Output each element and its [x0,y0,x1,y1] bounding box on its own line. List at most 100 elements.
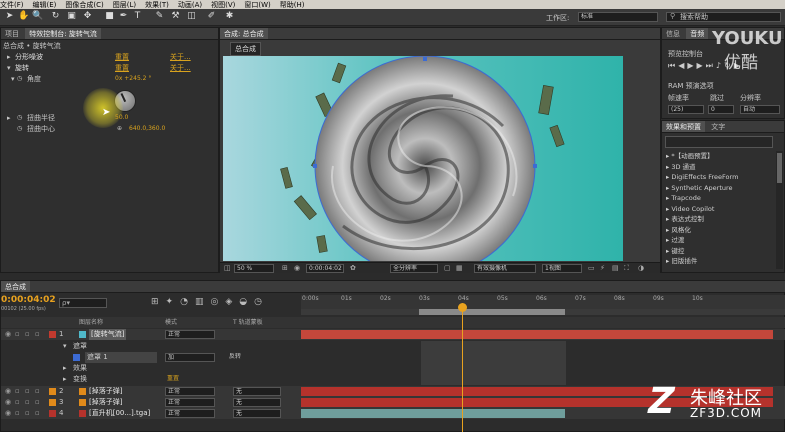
angle-value[interactable]: 0x +245.2 ° [115,74,151,84]
camera-tool-icon[interactable]: ▣ [66,11,77,22]
tab-info[interactable]: 信息 [662,28,684,39]
effect-row-twirl[interactable]: ▾ 旋转 重置 关于... [7,63,217,73]
expand-arrow-icon[interactable]: ▸ [63,363,67,374]
property-row-twirl-center[interactable]: ◷ 扭曲中心 ⊕ 640.0,360.0 [7,124,217,134]
menu-item[interactable]: 帮助(H) [280,0,305,9]
shy-icon[interactable]: ◔ [180,297,195,307]
first-frame-icon[interactable]: ⏮ [668,61,678,70]
zoom-dropdown[interactable]: 50 % [234,264,274,273]
roto-brush-tool-icon[interactable]: ✐ [206,11,217,22]
eraser-tool-icon[interactable]: ◫ [186,11,197,22]
mode-dropdown[interactable]: 正常 [165,409,215,418]
effects-list-item[interactable]: ▸ 过渡 [662,235,774,246]
lock-icon[interactable]: ▫ [35,386,40,397]
solo-icon[interactable]: ▫ [25,386,30,397]
mode-dropdown[interactable]: 正常 [165,330,215,339]
time-ruler[interactable]: 0:00s 01s 02s 03s 04s 05s 06s 07s 08s 09s 10s [301,295,785,309]
layer-name[interactable]: [旋转气流] [89,329,127,340]
tab-text[interactable]: 文字 [707,121,729,132]
prev-frame-icon[interactable]: ◀ [678,61,687,70]
layer-name[interactable]: [掉落子弹] [89,386,122,397]
hand-tool-icon[interactable]: ✋ [18,11,29,22]
layer-name[interactable]: 遮罩 [73,341,87,352]
layer-name[interactable]: 变换 [73,374,87,385]
graph-editor-icon[interactable]: ◒ [239,297,254,307]
effects-list-item[interactable]: ▸ 风格化 [662,225,774,236]
pan-behind-tool-icon[interactable]: ✥ [82,11,93,22]
stopwatch-icon[interactable]: ◷ [17,113,22,123]
layer-row[interactable]: 遮罩 1 加 反转 [1,352,785,363]
expand-arrow-icon[interactable]: ▸ [63,374,67,385]
clone-stamp-tool-icon[interactable]: ⚒ [170,11,181,22]
tab-audio[interactable]: 音频 [686,28,709,39]
playhead-handle[interactable] [458,303,467,312]
eye-icon[interactable]: ◉ [5,386,11,397]
layer-row[interactable]: ▸ 效果 [1,363,785,374]
view-layout-dropdown[interactable]: 1视图 [542,264,582,273]
effects-list-item[interactable]: ▸ 3D 通道 [662,162,774,173]
work-area-bar[interactable] [301,309,785,315]
exposure-icon[interactable]: ◑ [638,264,644,272]
effects-list-item[interactable]: ▸ 旧版插件 [662,256,774,267]
effects-list-item[interactable]: ▸ 表达式控制 [662,214,774,225]
about-link[interactable]: 关于... [170,63,191,73]
toggle-pixel-aspect-icon[interactable]: ▭ [588,264,595,272]
draft-3d-icon[interactable]: ✦ [166,297,181,307]
tab-project[interactable]: 项目 [1,28,23,39]
composition-subtab[interactable]: 总合成 [230,42,261,56]
effects-list-item[interactable]: ▸ 键控 [662,246,774,257]
layer-label-color[interactable] [49,399,56,406]
transparency-grid-icon[interactable]: ▦ [456,264,463,272]
mode-dropdown[interactable]: 正常 [165,387,215,396]
menu-item[interactable]: 图像合成(C) [65,0,103,9]
rgb-channel-icon[interactable]: ✿ [350,264,356,272]
audio-icon[interactable]: ▫ [15,408,20,419]
effects-search-input[interactable] [665,136,773,148]
motion-blur-icon[interactable]: ◎ [210,297,225,307]
eye-icon[interactable]: ◉ [5,397,11,408]
always-preview-icon[interactable]: ◫ [224,264,231,272]
layer-duration-bar[interactable] [301,330,773,339]
safe-zones-icon[interactable]: ⊞ [282,264,288,272]
collapse-arrow-icon[interactable]: ▾ [7,63,11,73]
camera-dropdown[interactable]: 有效摄像机 [474,264,536,273]
tab-effect-controls[interactable]: 特效控制台: 旋转气流 [25,28,101,39]
frame-blending-icon[interactable]: ▥ [195,297,211,307]
collapse-arrow-icon[interactable]: ▾ [63,341,67,352]
invert-checkbox-label[interactable]: 反转 [227,353,275,362]
composition-viewer[interactable] [223,56,623,261]
effects-list-item[interactable]: ▸ Video Copilot [662,204,774,215]
text-tool-icon[interactable]: T [132,11,143,22]
last-frame-icon[interactable]: ⏭ [706,61,716,70]
audio-icon[interactable]: ▫ [15,329,20,340]
about-link[interactable]: 关于... [170,52,191,62]
menu-item[interactable]: 编辑(E) [33,0,57,9]
reset-link[interactable]: 重置 [115,52,129,62]
crosshair-icon[interactable]: ⊕ [117,124,122,134]
layer-row[interactable]: 1 ◉ ▫ ▫ ▫ [旋转气流] 正常 [1,329,785,340]
property-row-angle[interactable]: ▾ ◷ 角度 0x +245.2 ° [7,74,217,84]
lock-icon[interactable]: ▫ [35,329,40,340]
lock-icon[interactable]: ▫ [35,397,40,408]
menu-item[interactable]: 窗口(W) [244,0,270,9]
twirl-center-value[interactable]: 640.0,360.0 [129,124,165,134]
trkmat-dropdown[interactable]: 无 [233,398,281,407]
layer-row[interactable]: ▾ 遮罩 [1,341,785,352]
effects-list-item[interactable]: ▸ Trapcode [662,193,774,204]
mode-dropdown[interactable]: 正常 [165,398,215,407]
twirl-radius-value[interactable]: 50.0 [115,113,128,123]
layer-name[interactable]: 效果 [73,363,87,374]
pen-tool-icon[interactable]: ✒ [118,11,129,22]
audio-icon[interactable]: ♪ [716,61,724,70]
playhead[interactable] [462,303,463,432]
play-icon[interactable]: ▶ [687,61,696,70]
expand-arrow-icon[interactable]: ▸ [7,52,11,62]
frame-rate-dropdown[interactable]: (25) [668,105,704,114]
brush-tool-icon[interactable]: ✎ [154,11,165,22]
solo-icon[interactable]: ▫ [25,408,30,419]
timeline-timecode[interactable]: 0:00:04:02 [1,295,56,305]
fast-preview-icon[interactable]: ⚡ [600,264,605,272]
solo-icon[interactable]: ▫ [25,329,30,340]
stopwatch-icon[interactable]: ◷ [17,74,22,84]
eye-icon[interactable]: ◉ [5,408,11,419]
